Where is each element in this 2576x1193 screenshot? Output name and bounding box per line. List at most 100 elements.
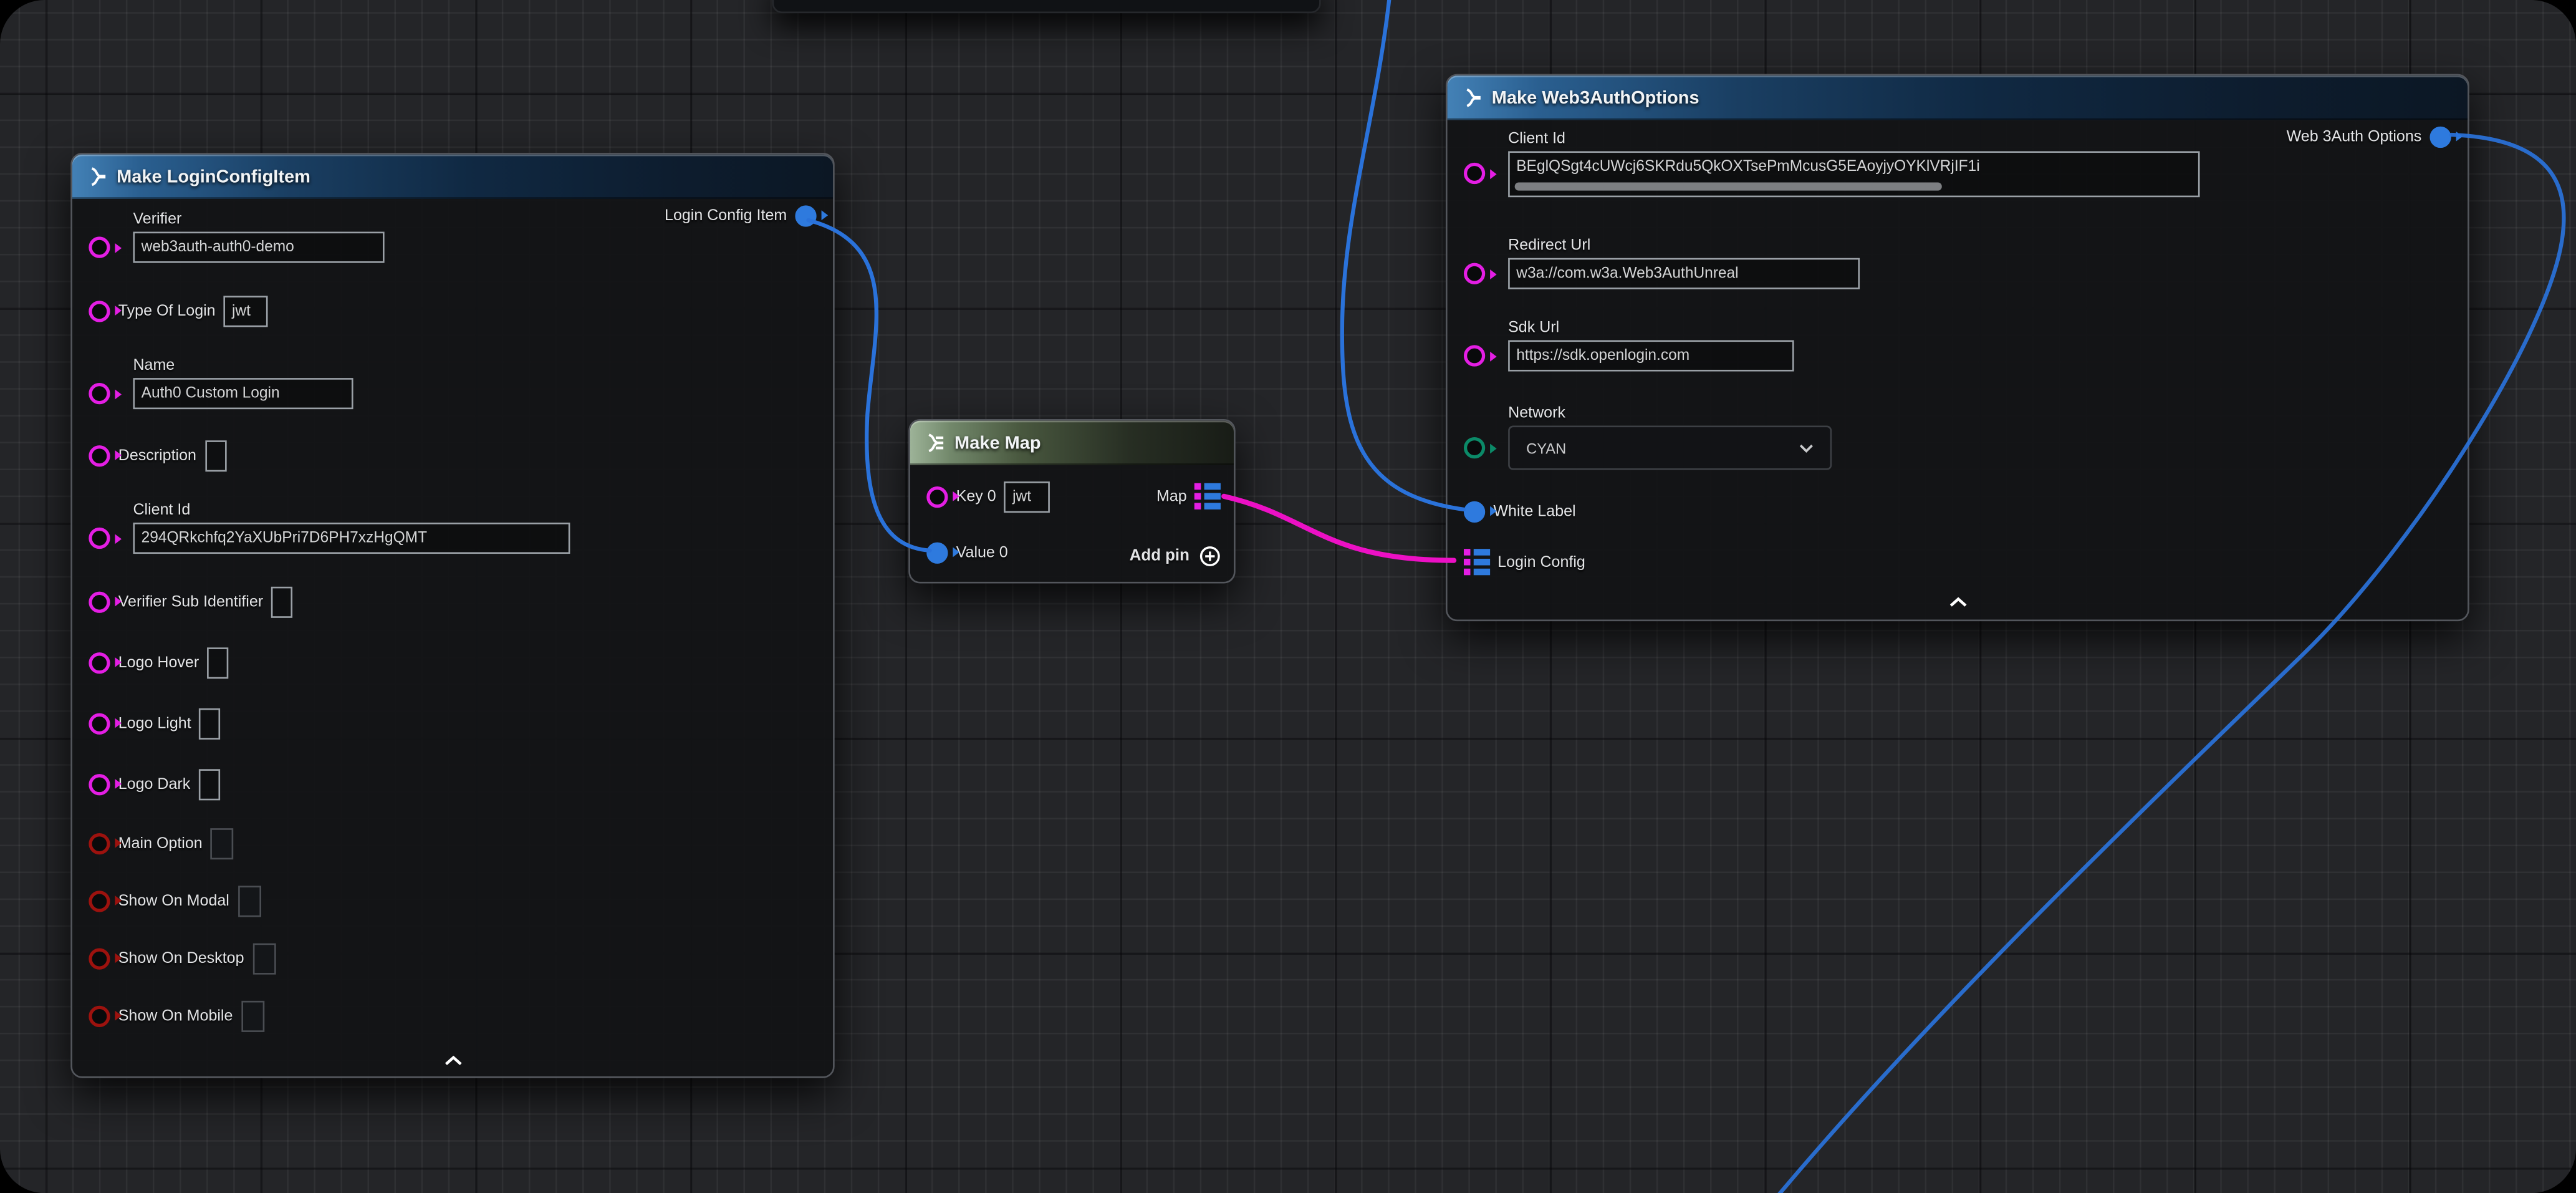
client-id-input[interactable]: BEglQSgt4cUWcj6SKRdu5QkOXTsePmMcusG5EAoy… xyxy=(1508,151,2199,197)
pin-row-login-config-item-output: Login Config Item xyxy=(665,197,817,233)
field-label: Login Config xyxy=(1497,553,1585,571)
pin-row-name: Name Auth0 Custom Login xyxy=(89,357,353,418)
chevron-up-icon xyxy=(443,1054,463,1065)
pin-client-id[interactable] xyxy=(1464,163,1485,184)
field-label: Logo Dark xyxy=(118,775,191,793)
pin-row-logo-hover: Logo Hover xyxy=(89,644,228,680)
description-input[interactable] xyxy=(204,440,226,471)
pin-row-value-0: Value 0 xyxy=(926,534,1007,570)
pin-verifier[interactable] xyxy=(89,236,110,258)
pin-key-0[interactable] xyxy=(926,486,948,507)
field-label: Verifier xyxy=(133,210,384,228)
field-label: Key 0 xyxy=(956,487,996,505)
field-label: Verifier Sub Identifier xyxy=(118,592,263,611)
make-struct-icon xyxy=(85,166,107,187)
pin-login-config-item-output[interactable] xyxy=(795,205,816,226)
pin-white-label[interactable] xyxy=(1464,500,1485,521)
pin-web3auth-options-output[interactable] xyxy=(2429,126,2451,147)
pin-show-on-modal[interactable] xyxy=(89,890,110,911)
make-map-icon xyxy=(923,432,944,453)
pin-description[interactable] xyxy=(89,445,110,466)
pin-logo-dark[interactable] xyxy=(89,773,110,795)
logo-hover-input[interactable] xyxy=(207,647,228,678)
node-make-map[interactable]: Make Map Key 0 jwt Map Value 0 Add pin xyxy=(908,419,1235,584)
add-pin-label: Add pin xyxy=(1130,546,1189,564)
pin-redirect-url[interactable] xyxy=(1464,263,1485,284)
chevron-down-icon xyxy=(1799,443,1814,453)
node-make-loginconfigitem[interactable]: Make LoginConfigItem Login Config Item V… xyxy=(70,153,834,1078)
node-header-make-map[interactable]: Make Map xyxy=(910,421,1234,465)
node-header-make-loginconfigitem[interactable]: Make LoginConfigItem xyxy=(72,155,833,199)
sdk-url-input[interactable]: https://sdk.openlogin.com xyxy=(1508,340,1794,371)
field-label: Show On Modal xyxy=(118,892,229,910)
blueprint-editor-viewport: Make LoginConfigItem Login Config Item V… xyxy=(0,0,2576,1193)
client-id-text: BEglQSgt4cUWcj6SKRdu5QkOXTsePmMcusG5EAoy… xyxy=(1516,158,1979,174)
show-on-desktop-checkbox[interactable] xyxy=(252,942,276,973)
redirect-url-input[interactable]: w3a://com.w3a.Web3AuthUnreal xyxy=(1508,258,1860,289)
field-label: White Label xyxy=(1493,502,1575,520)
chevron-up-icon xyxy=(1948,596,1968,607)
network-dropdown[interactable]: CYAN xyxy=(1508,426,1832,470)
pin-row-redirect-url: Redirect Url w3a://com.w3a.Web3AuthUnrea… xyxy=(1464,236,1860,297)
field-label: Value 0 xyxy=(956,543,1008,561)
pin-show-on-mobile[interactable] xyxy=(89,1005,110,1026)
key-0-input[interactable]: jwt xyxy=(1004,481,1050,512)
node-make-web3authoptions[interactable]: Make Web3AuthOptions Web 3Auth Options C… xyxy=(1446,74,2469,622)
pin-map-output[interactable] xyxy=(1195,484,1221,509)
pin-login-config[interactable] xyxy=(1464,549,1489,574)
node-header-make-web3authoptions[interactable]: Make Web3AuthOptions xyxy=(1448,75,2468,120)
output-pin-label: Login Config Item xyxy=(665,206,787,225)
client-id-input[interactable]: 294QRkchfq2YaXUbPri7D6PH7xzHgQMT xyxy=(133,523,570,554)
pin-row-sdk-url: Sdk Url https://sdk.openlogin.com xyxy=(1464,319,1794,380)
logo-light-input[interactable] xyxy=(199,707,221,738)
node-title: Make LoginConfigItem xyxy=(117,167,310,186)
show-on-modal-checkbox[interactable] xyxy=(238,885,261,916)
pin-row-logo-light: Logo Light xyxy=(89,705,221,741)
main-option-checkbox[interactable] xyxy=(211,828,234,859)
node-title: Make Map xyxy=(954,433,1041,453)
pin-row-web3auth-options-output: Web 3Auth Options xyxy=(2287,118,2451,155)
pin-row-verifier-sub-identifier: Verifier Sub Identifier xyxy=(89,583,292,619)
pin-row-verifier: Verifier web3auth-auth0-demo xyxy=(89,210,384,271)
pin-show-on-desktop[interactable] xyxy=(89,947,110,968)
horizontal-scrollbar[interactable] xyxy=(1515,183,1942,191)
pin-name[interactable] xyxy=(89,383,110,404)
pin-sdk-url[interactable] xyxy=(1464,345,1485,366)
field-label: Client Id xyxy=(133,501,570,519)
field-label: Logo Hover xyxy=(118,653,199,671)
field-label: Network xyxy=(1508,404,1832,422)
pin-row-map-output: Map xyxy=(1156,478,1221,514)
field-label: Name xyxy=(133,357,353,375)
add-pin-button[interactable]: Add pin xyxy=(1130,538,1221,574)
output-pin-label: Map xyxy=(1156,487,1187,505)
pin-verifier-sub-identifier[interactable] xyxy=(89,591,110,612)
pin-type-of-login[interactable] xyxy=(89,300,110,321)
type-of-login-input[interactable]: jwt xyxy=(224,295,268,326)
name-input[interactable]: Auth0 Custom Login xyxy=(133,378,353,409)
plus-circle-icon xyxy=(1199,545,1221,566)
pin-row-description: Description xyxy=(89,437,226,473)
collapse-node-button[interactable] xyxy=(440,1052,466,1068)
pin-row-key-0: Key 0 jwt xyxy=(926,478,1050,514)
pin-row-network: Network CYAN xyxy=(1464,404,1832,470)
field-label: Logo Light xyxy=(118,714,191,732)
pin-row-show-on-mobile: Show On Mobile xyxy=(89,998,264,1034)
verifier-input[interactable]: web3auth-auth0-demo xyxy=(133,232,384,263)
collapse-node-button[interactable] xyxy=(1944,593,1971,609)
show-on-mobile-checkbox[interactable] xyxy=(241,1000,264,1031)
field-label: Show On Desktop xyxy=(118,949,244,967)
pin-main-option[interactable] xyxy=(89,833,110,854)
pin-logo-hover[interactable] xyxy=(89,652,110,673)
wire-map-to-login-config[interactable] xyxy=(1224,496,1454,561)
node-title: Make Web3AuthOptions xyxy=(1492,88,1699,108)
pin-client-id[interactable] xyxy=(89,528,110,549)
logo-dark-input[interactable] xyxy=(198,768,219,799)
offscreen-node-fragment[interactable] xyxy=(772,0,1321,13)
pin-logo-light[interactable] xyxy=(89,712,110,733)
pin-network[interactable] xyxy=(1464,437,1485,458)
make-struct-icon xyxy=(1461,87,1482,109)
graph-canvas[interactable]: Make LoginConfigItem Login Config Item V… xyxy=(0,0,2576,1193)
pin-value-0[interactable] xyxy=(926,541,948,563)
pin-row-white-label: White Label xyxy=(1464,493,1576,529)
verifier-sub-identifier-input[interactable] xyxy=(271,586,292,617)
